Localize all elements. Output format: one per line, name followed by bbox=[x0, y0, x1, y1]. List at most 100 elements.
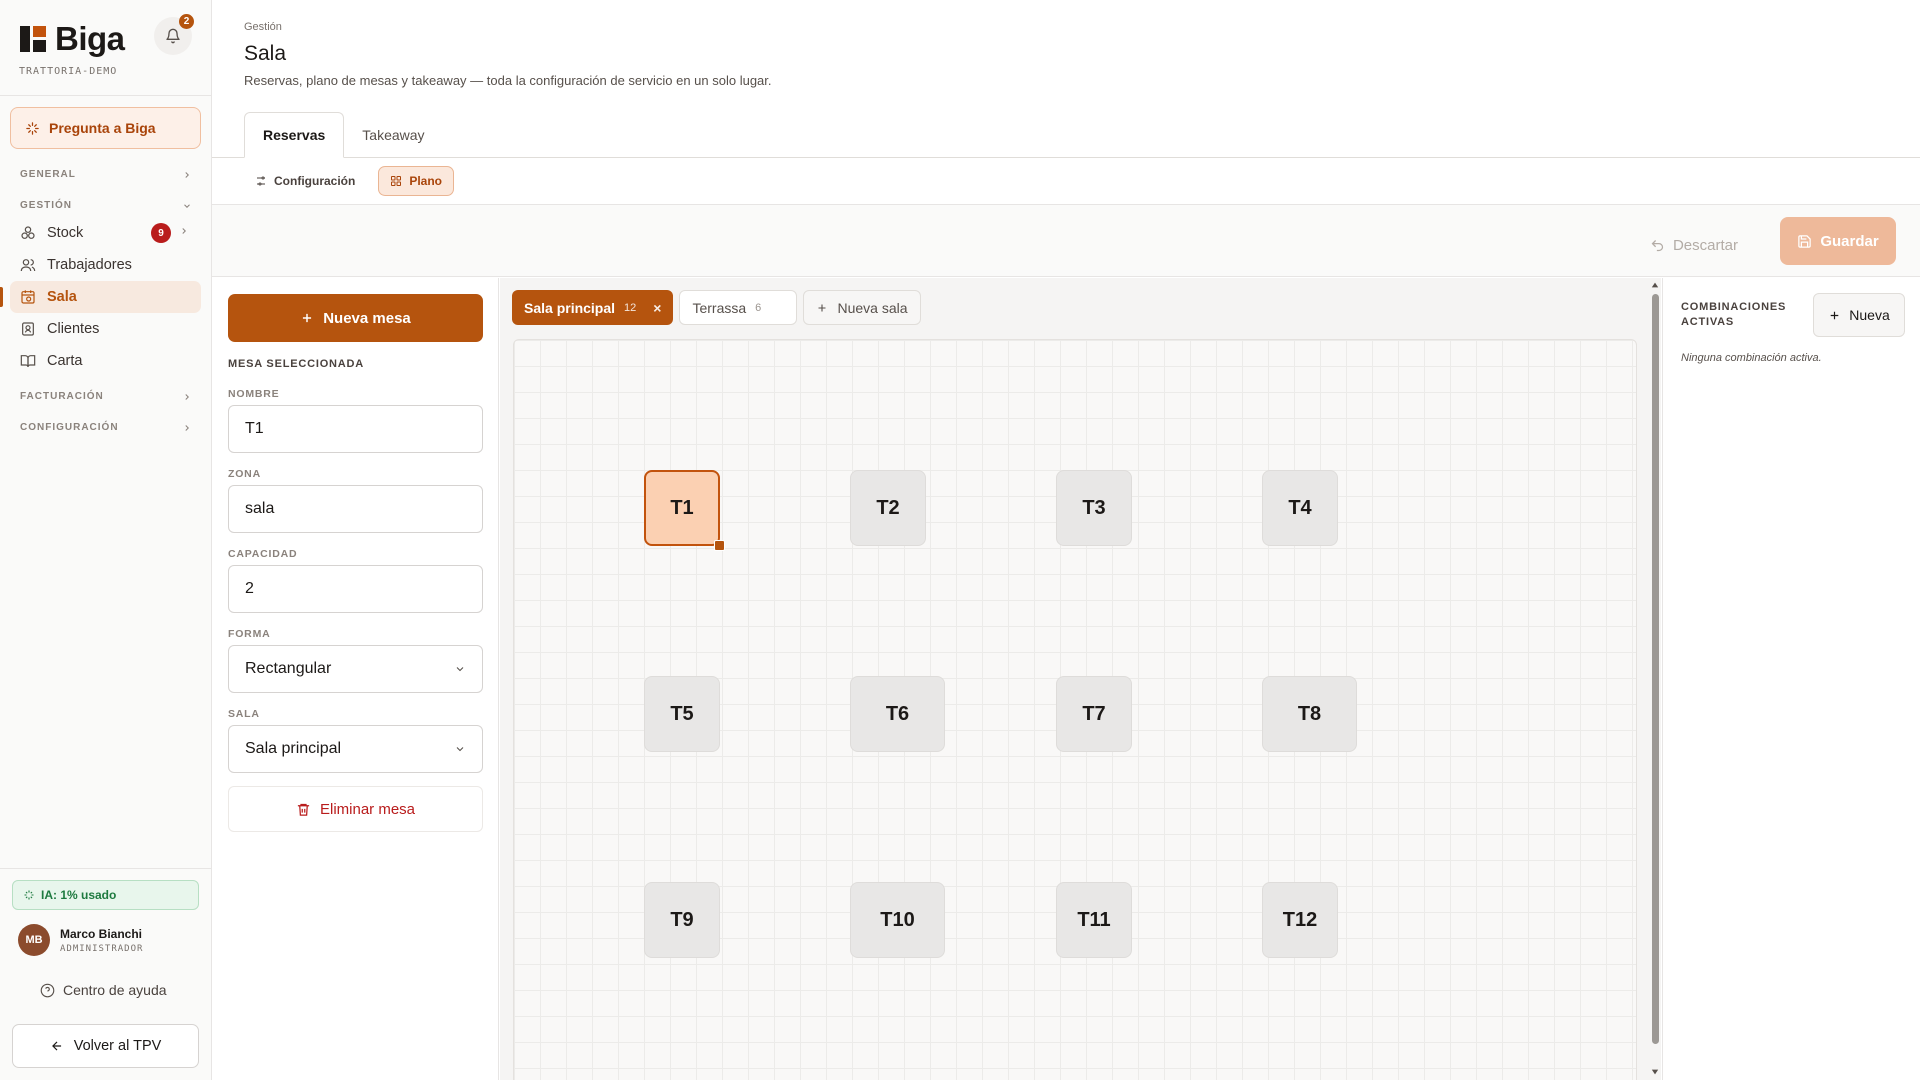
plus-icon bbox=[1830, 311, 1839, 319]
chevron-down-icon bbox=[456, 747, 464, 752]
boxes-icon bbox=[21, 226, 35, 239]
notification-count-badge: 2 bbox=[179, 14, 194, 29]
vertical-scrollbar[interactable] bbox=[1649, 278, 1661, 1080]
delete-table-button[interactable]: Eliminar mesa bbox=[228, 786, 483, 832]
nav-section-label: GESTIÓN bbox=[20, 200, 73, 211]
stock-alert-badge: 9 bbox=[151, 223, 171, 243]
layout-grid-icon bbox=[391, 176, 402, 186]
brand[interactable]: Biga bbox=[20, 20, 125, 58]
table-tile-t6[interactable]: T6 bbox=[850, 676, 945, 752]
chevron-right-icon bbox=[185, 393, 189, 400]
table-tile-t2[interactable]: T2 bbox=[850, 470, 926, 546]
resize-handle[interactable] bbox=[714, 540, 725, 551]
sidebar-item-stock[interactable]: Stock 9 bbox=[10, 217, 201, 249]
ai-usage-badge[interactable]: IA: 1% usado bbox=[12, 880, 199, 910]
floorplan-grid[interactable]: T1 T2 T3 T4 T5 T6 T7 T8 T9 T10 T11 T12 bbox=[513, 339, 1637, 1080]
notifications-button[interactable]: 2 bbox=[154, 14, 194, 55]
app-name: Biga bbox=[55, 20, 125, 57]
new-room-button[interactable]: Nueva sala bbox=[803, 290, 921, 325]
table-tile-t4[interactable]: T4 bbox=[1262, 470, 1338, 546]
back-to-pos-button[interactable]: Volver al TPV bbox=[12, 1024, 199, 1068]
table-tile-t9[interactable]: T9 bbox=[644, 882, 720, 958]
breadcrumb[interactable]: Gestión bbox=[244, 21, 282, 33]
table-name-input[interactable] bbox=[228, 405, 483, 453]
room-tab-terrassa[interactable]: Terrassa 6 bbox=[679, 290, 798, 325]
delete-table-label: Eliminar mesa bbox=[319, 800, 416, 818]
chevron-right-icon bbox=[185, 171, 189, 178]
scroll-up-icon[interactable] bbox=[1651, 281, 1659, 289]
room-tab-name: Sala principal bbox=[524, 299, 616, 316]
scroll-down-icon[interactable] bbox=[1651, 1068, 1659, 1076]
new-combination-button[interactable]: Nueva bbox=[1813, 293, 1905, 337]
discard-label: Descartar bbox=[1672, 236, 1738, 254]
sidebar-item-trabajadores[interactable]: Trabajadores bbox=[10, 249, 201, 281]
divider bbox=[0, 95, 211, 96]
arrow-left-icon bbox=[51, 1041, 61, 1051]
sliders-icon bbox=[257, 176, 265, 186]
trash-icon bbox=[297, 803, 310, 816]
active-indicator bbox=[0, 287, 3, 307]
user-name: Marco Bianchi bbox=[60, 926, 143, 941]
new-table-button[interactable]: Nueva mesa bbox=[228, 294, 483, 342]
nav-section-configuracion[interactable]: CONFIGURACIÓN bbox=[20, 422, 192, 433]
room-label: SALA bbox=[228, 708, 260, 720]
selected-table-heading: MESA SELECCIONADA bbox=[228, 358, 365, 370]
sidebar-item-sala[interactable]: Sala bbox=[10, 281, 201, 313]
ask-biga-label: Pregunta a Biga bbox=[49, 120, 156, 136]
user-profile[interactable]: MB Marco Bianchi ADMINISTRADOR bbox=[18, 924, 143, 956]
close-icon[interactable]: × bbox=[653, 300, 661, 316]
sidebar-item-label: Carta bbox=[47, 353, 83, 369]
bell-icon bbox=[166, 28, 180, 44]
combinations-empty-state: Ninguna combinación activa. bbox=[1681, 352, 1822, 364]
name-label: NOMBRE bbox=[228, 388, 280, 400]
tab-reservas[interactable]: Reservas bbox=[244, 112, 345, 158]
chevron-down-icon bbox=[184, 203, 190, 208]
zone-label: ZONA bbox=[228, 468, 261, 480]
table-capacity-input[interactable] bbox=[228, 565, 483, 613]
nav-section-general[interactable]: GENERAL bbox=[20, 169, 192, 180]
sub-tabs: Configuración Plano bbox=[244, 166, 454, 196]
main-tabs: Reservas Takeaway bbox=[244, 112, 443, 158]
ask-biga-button[interactable]: Pregunta a Biga bbox=[10, 107, 201, 149]
calendar-clock-icon bbox=[21, 290, 35, 304]
help-center-link[interactable]: Centro de ayuda bbox=[40, 982, 167, 998]
tabs-divider bbox=[212, 157, 1920, 158]
save-label: Guardar bbox=[1820, 232, 1879, 250]
sparkle-icon bbox=[26, 121, 39, 135]
user-role: ADMINISTRADOR bbox=[60, 943, 144, 954]
new-room-label: Nueva sala bbox=[837, 299, 908, 316]
sidebar-item-carta[interactable]: Carta bbox=[10, 345, 201, 377]
table-tile-t7[interactable]: T7 bbox=[1056, 676, 1132, 752]
room-tab-sala-principal[interactable]: Sala principal 12 × bbox=[512, 290, 674, 325]
contact-icon bbox=[22, 322, 34, 336]
floorplan-toolbar: Descartar Guardar bbox=[212, 205, 1920, 277]
save-button[interactable]: Guardar bbox=[1780, 217, 1896, 265]
subtab-plano[interactable]: Plano bbox=[378, 166, 454, 196]
table-shape-select[interactable]: Rectangular bbox=[228, 645, 483, 693]
table-tile-t5[interactable]: T5 bbox=[644, 676, 720, 752]
table-room-select[interactable]: Sala principal bbox=[228, 725, 483, 773]
table-editor-panel: Nueva mesa MESA SELECCIONADA NOMBRE ZONA… bbox=[212, 278, 499, 1080]
shape-label: FORMA bbox=[228, 628, 271, 640]
scrollbar-thumb[interactable] bbox=[1652, 294, 1659, 1044]
tab-takeaway[interactable]: Takeaway bbox=[344, 112, 442, 158]
discard-button[interactable]: Descartar bbox=[1650, 225, 1738, 265]
table-tile-t12[interactable]: T12 bbox=[1262, 882, 1338, 958]
table-tile-t10[interactable]: T10 bbox=[850, 882, 945, 958]
nav-section-facturacion[interactable]: FACTURACIÓN bbox=[20, 391, 192, 402]
subtab-configuracion[interactable]: Configuración bbox=[244, 166, 366, 196]
table-tile-t11[interactable]: T11 bbox=[1056, 882, 1132, 958]
combinations-heading: COMBINACIONES ACTIVAS bbox=[1681, 301, 1787, 328]
divider bbox=[0, 868, 211, 869]
table-zone-input[interactable] bbox=[228, 485, 483, 533]
sidebar: Biga TRATTORIA-DEMO 2 Pregunta a Biga GE… bbox=[0, 0, 212, 1080]
table-tile-t3[interactable]: T3 bbox=[1056, 470, 1132, 546]
new-table-label: Nueva mesa bbox=[323, 309, 411, 327]
nav-section-gestion[interactable]: GESTIÓN bbox=[20, 200, 192, 211]
chevron-right-icon bbox=[182, 228, 186, 234]
back-to-pos-label: Volver al TPV bbox=[73, 1038, 162, 1054]
table-tile-t1[interactable]: T1 bbox=[644, 470, 725, 551]
room-table-count: 12 bbox=[624, 301, 637, 314]
table-tile-t8[interactable]: T8 bbox=[1262, 676, 1357, 752]
sidebar-item-clientes[interactable]: Clientes bbox=[10, 313, 201, 345]
